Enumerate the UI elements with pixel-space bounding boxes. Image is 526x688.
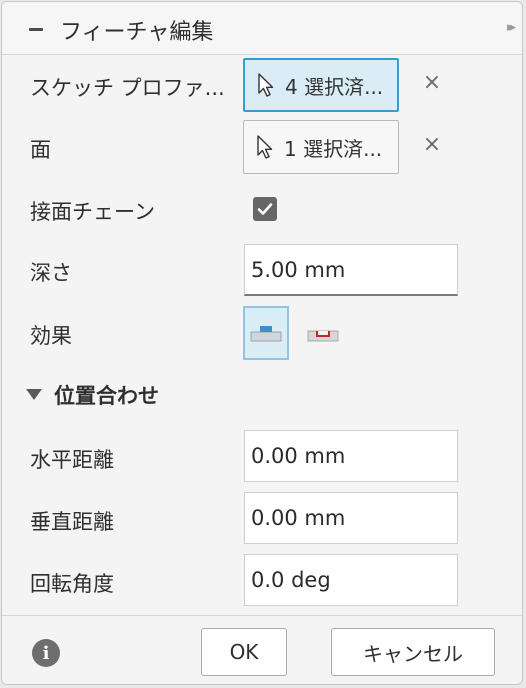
clear-sketch-profile-icon[interactable]: × — [422, 72, 442, 94]
minus-icon[interactable] — [29, 28, 43, 31]
rotation-angle-label: 回転角度 — [30, 572, 114, 596]
checkmark-icon — [257, 203, 273, 215]
rotation-angle-input[interactable] — [244, 554, 458, 606]
vertical-distance-input[interactable] — [244, 492, 458, 544]
depth-label: 深さ — [30, 261, 72, 285]
position-section-title[interactable]: 位置合わせ — [54, 380, 159, 410]
ok-button[interactable]: OK — [201, 628, 287, 676]
clear-face-icon[interactable]: × — [422, 134, 442, 156]
deboss-button[interactable] — [300, 306, 346, 360]
double-chevron-right-icon[interactable]: ▸▸ — [507, 20, 516, 35]
info-icon[interactable]: i — [32, 639, 60, 667]
dialog-footer: i OK キャンセル — [2, 615, 522, 684]
sketch-profile-label: スケッチ プロファ... — [30, 76, 225, 100]
horizontal-distance-label: 水平距離 — [30, 448, 114, 472]
dialog-title: フィーチャ編集 — [60, 20, 214, 45]
tangent-chain-checkbox[interactable] — [253, 197, 277, 221]
section-collapse-arrow-icon[interactable] — [26, 389, 42, 400]
face-selection-count: 1 選択済... — [284, 136, 383, 161]
emboss-button[interactable] — [243, 306, 289, 360]
cancel-button[interactable]: キャンセル — [331, 628, 495, 676]
face-select-button[interactable]: 1 選択済... — [243, 120, 399, 174]
cursor-arrow-icon — [258, 73, 274, 97]
sketch-profile-select-button[interactable]: 4 選択済... — [243, 58, 399, 112]
depth-input[interactable] — [244, 244, 458, 296]
sketch-profile-selection-count: 4 選択済... — [285, 74, 384, 99]
dialog-header: フィーチャ編集 ▸▸ — [2, 2, 522, 55]
edit-feature-dialog: フィーチャ編集 ▸▸ スケッチ プロファ... 4 選択済... × 面 1 選… — [1, 1, 523, 685]
tangent-chain-label: 接面チェーン — [30, 200, 155, 224]
face-label: 面 — [30, 138, 51, 162]
effect-label: 効果 — [30, 324, 72, 348]
vertical-distance-label: 垂直距離 — [30, 510, 114, 534]
cursor-arrow-icon — [257, 135, 273, 159]
emboss-icon — [250, 326, 282, 342]
horizontal-distance-input[interactable] — [244, 430, 458, 482]
deboss-icon — [307, 330, 339, 342]
